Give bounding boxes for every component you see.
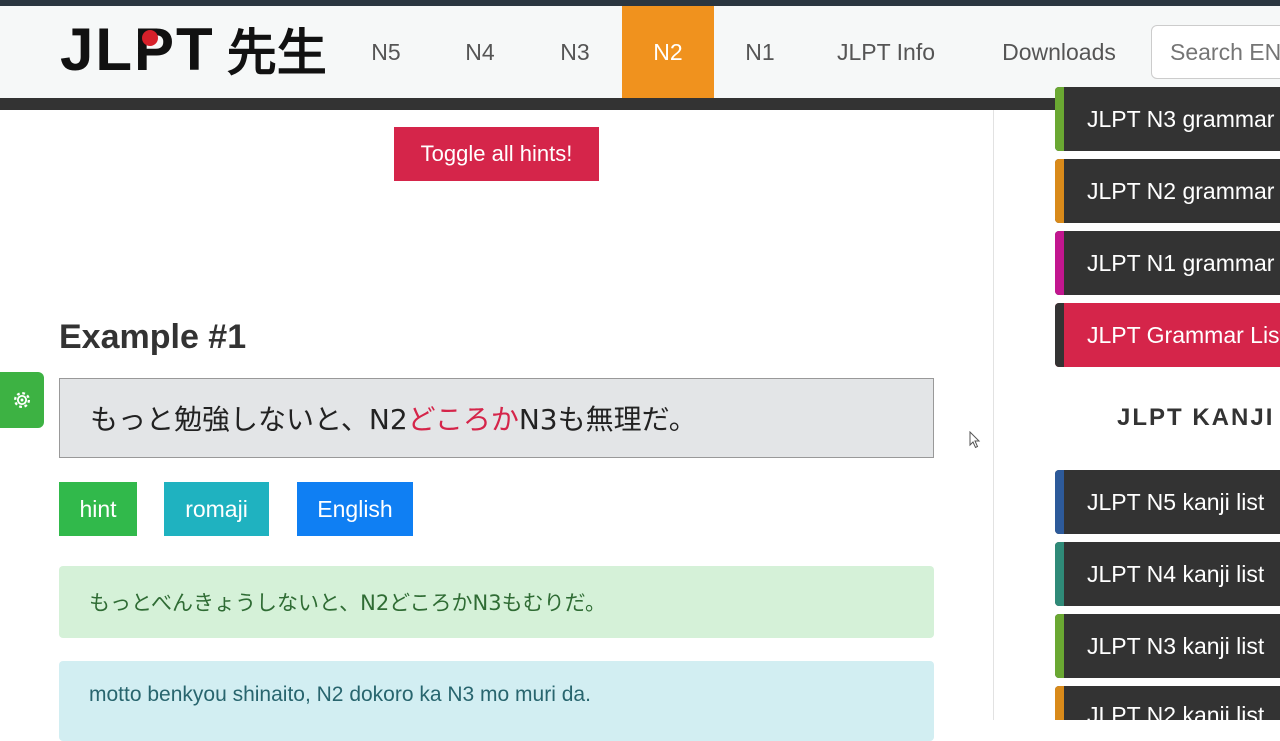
sidebar-color-bar [1055,87,1064,151]
sidebar-item-n4-kanji[interactable]: JLPT N4 kanji list [1055,542,1280,606]
sidebar-item-n1-grammar[interactable]: JLPT N1 grammar [1055,231,1280,295]
sentence-after: N3も無理だ。 [518,403,697,436]
sidebar-color-bar [1055,303,1064,367]
sidebar-item-n3-grammar[interactable]: JLPT N3 grammar [1055,87,1280,151]
logo-kanji: 先生 [226,24,327,82]
sentence-before: もっと勉強しないと、N2 [90,403,408,436]
sidebar-item-label: JLPT N2 kanji list [1087,702,1265,720]
sidebar-color-bar [1055,614,1064,678]
nav-jlpt-info[interactable]: JLPT Info [806,6,966,98]
gear-icon [13,391,31,409]
nav-n5[interactable]: N5 [340,6,432,98]
nav-downloads[interactable]: Downloads [966,6,1152,98]
sidebar-item-grammar-list[interactable]: JLPT Grammar List [1055,303,1280,367]
sidebar-item-n2-grammar[interactable]: JLPT N2 grammar [1055,159,1280,223]
sidebar-color-bar [1055,470,1064,534]
nav-n2[interactable]: N2 [622,6,714,98]
site-logo[interactable]: JLPT 先生 [60,14,327,84]
column-divider [993,110,994,720]
main-nav: N5 N4 N3 N2 N1 JLPT Info Downloads [340,6,1152,98]
search-input[interactable] [1151,25,1280,79]
sidebar-item-label: JLPT N1 grammar [1087,249,1275,276]
nav-n1[interactable]: N1 [714,6,806,98]
nav-n3[interactable]: N3 [528,6,622,98]
logo-red-dot [142,30,158,46]
mouse-cursor-icon [969,431,981,449]
example-sentence: もっと勉強しないと、N2 どころか N3も無理だ。 [59,378,934,458]
sentence-grammar-highlight: どころか [407,403,519,436]
sidebar-item-n5-kanji[interactable]: JLPT N5 kanji list [1055,470,1280,534]
english-button[interactable]: English [297,482,413,536]
sidebar-color-bar [1055,686,1064,720]
sidebar-item-n2-kanji[interactable]: JLPT N2 kanji list [1055,686,1280,720]
sidebar-item-label: JLPT N4 kanji list [1087,560,1265,587]
sidebar-color-bar [1055,159,1064,223]
sidebar-item-label: JLPT N5 kanji list [1087,488,1265,515]
romaji-button[interactable]: romaji [164,482,269,536]
sidebar-item-label: JLPT Grammar List [1087,321,1280,348]
sidebar-color-bar [1055,231,1064,295]
sidebar-item-label: JLPT N2 grammar [1087,177,1275,204]
kanji-section-heading: JLPT KANJI [1117,404,1275,431]
settings-tab[interactable] [0,372,44,428]
kana-reading: もっとべんきょうしないと、N2どころかN3もむりだ。 [59,566,934,638]
toggle-hints-button[interactable]: Toggle all hints! [394,127,599,181]
hint-button[interactable]: hint [59,482,137,536]
logo-text: JLPT [60,15,215,83]
sidebar-color-bar [1055,542,1064,606]
nav-n4[interactable]: N4 [432,6,528,98]
sidebar-item-label: JLPT N3 kanji list [1087,632,1265,659]
example-title: Example #1 [59,318,247,356]
sidebar-item-n3-kanji[interactable]: JLPT N3 kanji list [1055,614,1280,678]
sidebar-item-label: JLPT N3 grammar [1087,105,1275,132]
romaji-reading: motto benkyou shinaito, N2 dokoro ka N3 … [59,661,934,741]
